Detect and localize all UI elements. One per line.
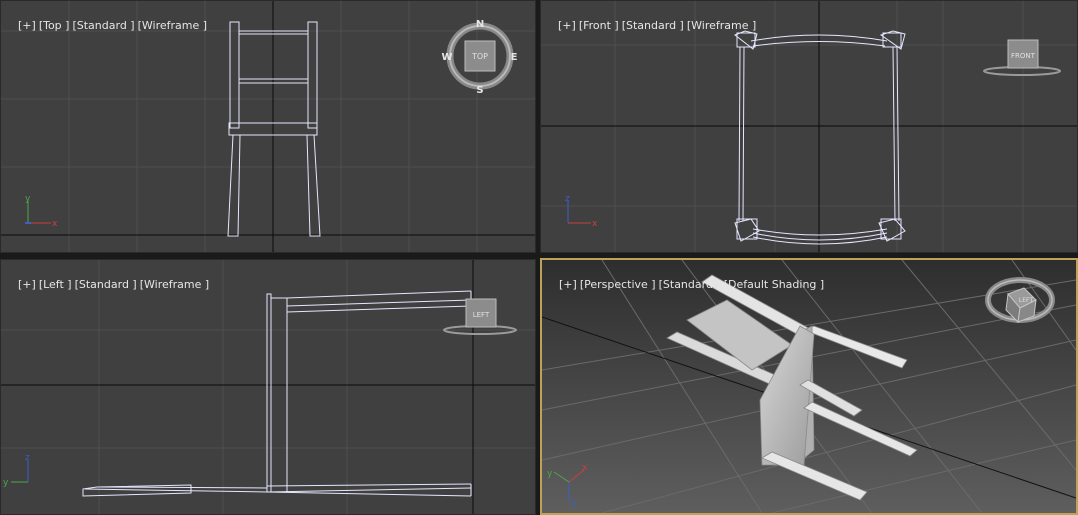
viewport-mode[interactable]: [Standard ] — [622, 19, 684, 32]
viewport-perspective[interactable]: z x y LEFT [+] [Perspective ] [Standard ][… — [540, 258, 1078, 515]
viewport-view-name[interactable]: [Front ] — [579, 19, 619, 32]
viewport-shading[interactable]: [Wireframe ] — [687, 19, 756, 32]
axis-tripod: z y — [3, 453, 30, 488]
viewport-view-name[interactable]: [Top ] — [39, 19, 70, 32]
axis-x-label: x — [582, 463, 588, 473]
chair-wireframe[interactable] — [82, 290, 472, 497]
axis-tripod: y x — [25, 194, 58, 229]
viewport-mode[interactable]: [Standard ] — [75, 278, 137, 291]
viewport-view-name[interactable]: [Left ] — [39, 278, 72, 291]
axis-z-label: z — [565, 194, 570, 204]
compass-s: S — [476, 85, 483, 96]
viewport-mode[interactable]: [Standard ] — [72, 19, 134, 32]
axis-x-label: x — [52, 219, 58, 229]
viewport-mode[interactable]: [Standard ] — [659, 278, 721, 291]
axis-tripod: z x — [565, 194, 598, 229]
axis-y-label: y — [25, 194, 31, 204]
viewport-perspective-label[interactable]: [+] [Perspective ] [Standard ] [Default Sha… — [545, 265, 827, 304]
viewport-shading[interactable]: [Wireframe ] — [138, 19, 207, 32]
axis-y-label: y — [3, 478, 9, 488]
axis-x-label: x — [592, 219, 598, 229]
viewport-front-label[interactable]: [+] [Front ] [Standard ] [Wireframe ] — [544, 6, 759, 45]
compass-e: E — [511, 52, 518, 63]
compass-n: N — [476, 19, 484, 30]
viewcube[interactable]: LEFT — [443, 298, 517, 335]
viewport-front[interactable]: z x FRONT [+] [Front ] [Standard ] [Wirefra… — [540, 0, 1078, 253]
viewport-menu-plus[interactable]: [+] — [18, 19, 36, 32]
chair-wireframe[interactable] — [734, 30, 906, 245]
viewport-view-name[interactable]: [Perspective ] — [580, 278, 656, 291]
axis-y-label: y — [547, 469, 553, 479]
chair-wireframe[interactable] — [227, 21, 321, 237]
viewcube-face-label: LEFT — [1019, 297, 1033, 304]
viewcube-face-label: FRONT — [1011, 52, 1036, 60]
viewport-top[interactable]: y x TOP N S E W [+] [Top ] [Standard ] [Wir… — [0, 0, 536, 253]
viewcube-face-label: LEFT — [473, 311, 490, 319]
viewport-menu-plus[interactable]: [+] — [559, 278, 577, 291]
viewport-menu-plus[interactable]: [+] — [18, 278, 36, 291]
viewport-left-label[interactable]: [+] [Left ] [Standard ] [Wireframe ] — [4, 265, 212, 304]
viewport-shading[interactable]: [Default Shading ] — [724, 278, 824, 291]
viewport-menu-plus[interactable]: [+] — [558, 19, 576, 32]
axis-z-label: z — [25, 453, 30, 463]
viewcube-face-label: TOP — [471, 52, 488, 61]
viewport-left[interactable]: z y LEFT [+] [Left ] [Standard ] [Wireframe… — [0, 259, 536, 515]
compass-w: W — [441, 52, 452, 63]
viewport-top-label[interactable]: [+] [Top ] [Standard ] [Wireframe ] — [4, 6, 210, 45]
axis-z-label: z — [572, 499, 577, 509]
viewport-shading[interactable]: [Wireframe ] — [140, 278, 209, 291]
